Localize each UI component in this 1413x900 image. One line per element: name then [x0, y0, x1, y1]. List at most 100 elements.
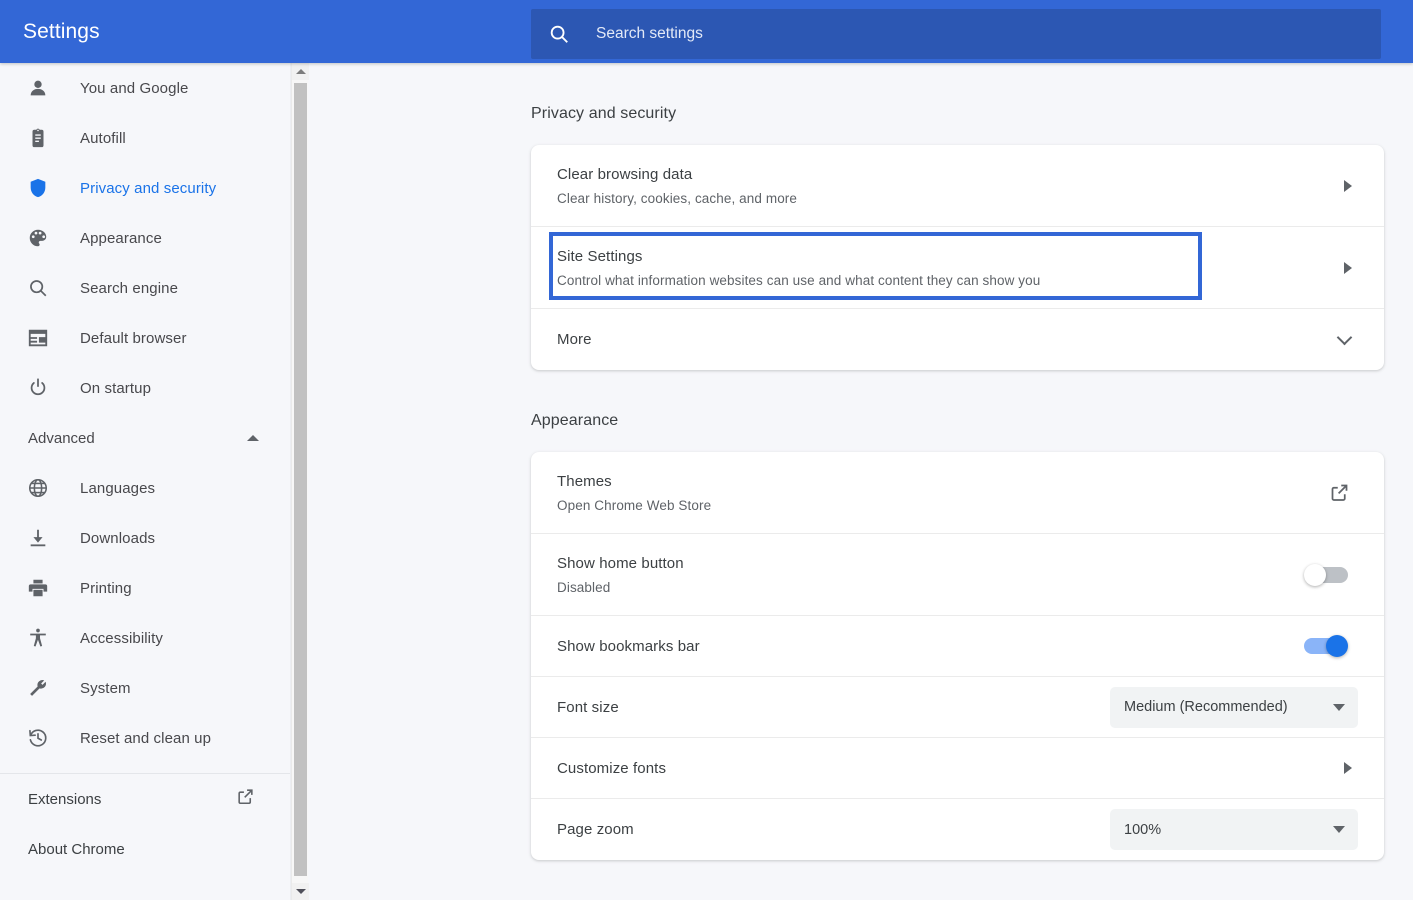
sidebar-item-reset-and-clean-up[interactable]: Reset and clean up	[0, 713, 290, 763]
row-show-bookmarks-bar[interactable]: Show bookmarks bar	[531, 616, 1384, 677]
chevron-right-icon	[1344, 762, 1352, 774]
sidebar-item-label: Search engine	[80, 279, 179, 297]
row-site-settings[interactable]: Site Settings Control what information w…	[531, 227, 1384, 309]
sidebar-item-label: Appearance	[80, 229, 162, 247]
accessibility-icon	[24, 627, 52, 649]
section-title-privacy: Privacy and security	[531, 105, 677, 122]
search-icon	[548, 23, 570, 45]
section-title-appearance: Appearance	[531, 412, 619, 429]
sidebar-item-label: Reset and clean up	[80, 729, 212, 747]
person-icon	[24, 77, 52, 99]
settings-main-content: Privacy and security Clear browsing data…	[309, 63, 1413, 900]
magnifier-icon	[24, 277, 52, 299]
row-show-home-button[interactable]: Show home button Disabled	[531, 534, 1384, 616]
row-title: Show bookmarks bar	[557, 637, 700, 655]
history-restore-icon	[24, 727, 52, 749]
chevron-up-icon	[247, 435, 259, 441]
row-more[interactable]: More	[531, 309, 1384, 370]
scrollbar-down-button[interactable]	[292, 883, 309, 900]
row-page-zoom[interactable]: Page zoom 100%	[531, 799, 1384, 860]
row-title: Font size	[557, 698, 619, 716]
row-subtitle: Clear history, cookies, cache, and more	[557, 190, 798, 206]
sidebar-item-label: System	[80, 679, 131, 697]
external-link-icon[interactable]	[1329, 482, 1350, 503]
sidebar-advanced-label: Advanced	[28, 429, 95, 447]
chevron-up-icon	[295, 69, 306, 74]
sidebar-item-label: Default browser	[80, 329, 187, 347]
font-size-select[interactable]: Medium (Recommended)	[1110, 686, 1358, 728]
sidebar-item-appearance[interactable]: Appearance	[0, 213, 290, 263]
sidebar-item-printing[interactable]: Printing	[0, 563, 290, 613]
sidebar-item-label: Languages	[80, 479, 156, 497]
sidebar-item-autofill[interactable]: Autofill	[0, 113, 290, 163]
sidebar-item-label: About Chrome	[28, 840, 125, 858]
settings-sidebar: You and Google Autofill Privacy and secu…	[0, 63, 291, 900]
settings-header: Settings	[0, 0, 1413, 63]
row-subtitle: Open Chrome Web Store	[557, 497, 712, 513]
row-title: Customize fonts	[557, 759, 667, 777]
row-subtitle: Disabled	[557, 579, 611, 595]
show-home-button-toggle[interactable]	[1304, 563, 1348, 586]
sidebar-item-label: Accessibility	[80, 629, 163, 647]
sidebar-item-languages[interactable]: Languages	[0, 463, 290, 513]
row-title: Themes	[557, 472, 612, 490]
power-icon	[24, 377, 52, 399]
printer-icon	[24, 577, 52, 599]
sidebar-item-system[interactable]: System	[0, 663, 290, 713]
row-font-size[interactable]: Font size Medium (Recommended)	[531, 677, 1384, 738]
sidebar-item-extensions[interactable]: Extensions	[0, 774, 290, 824]
sidebar-item-default-browser[interactable]: Default browser	[0, 313, 290, 363]
shield-icon	[24, 177, 52, 199]
row-title: More	[557, 331, 592, 348]
sidebar-item-about-chrome[interactable]: About Chrome	[0, 824, 290, 874]
row-title: Clear browsing data	[557, 165, 693, 183]
sidebar-scrollbar[interactable]	[291, 63, 309, 900]
sidebar-item-downloads[interactable]: Downloads	[0, 513, 290, 563]
row-title: Show home button	[557, 554, 684, 572]
row-clear-browsing-data[interactable]: Clear browsing data Clear history, cooki…	[531, 145, 1384, 227]
scrollbar-up-button[interactable]	[292, 63, 309, 80]
chevron-down-icon	[1333, 703, 1345, 711]
search-input[interactable]	[596, 25, 1296, 43]
browser-window-icon	[24, 327, 52, 349]
sidebar-item-label: You and Google	[80, 79, 189, 97]
sidebar-item-search-engine[interactable]: Search engine	[0, 263, 290, 313]
show-bookmarks-bar-toggle[interactable]	[1304, 635, 1348, 657]
sidebar-item-label: Printing	[80, 579, 132, 597]
chevron-right-icon	[1344, 261, 1352, 274]
row-themes[interactable]: Themes Open Chrome Web Store	[531, 452, 1384, 534]
sidebar-item-accessibility[interactable]: Accessibility	[0, 613, 290, 663]
font-size-value: Medium (Recommended)	[1124, 699, 1288, 715]
toggle-knob	[1326, 635, 1348, 657]
sidebar-item-label: Privacy and security	[80, 179, 217, 197]
page-zoom-select[interactable]: 100%	[1110, 809, 1358, 850]
search-box[interactable]	[531, 9, 1381, 59]
download-icon	[24, 527, 52, 549]
sidebar-item-label: Autofill	[80, 129, 126, 147]
privacy-card: Clear browsing data Clear history, cooki…	[531, 145, 1384, 370]
chevron-down-icon	[1336, 329, 1353, 346]
row-title: Site Settings	[557, 247, 643, 265]
appearance-card: Themes Open Chrome Web Store Show home b…	[531, 452, 1384, 860]
page-zoom-value: 100%	[1124, 821, 1162, 838]
external-link-icon	[236, 787, 255, 811]
sidebar-item-label: Downloads	[80, 529, 156, 547]
wrench-icon	[24, 677, 52, 699]
row-customize-fonts[interactable]: Customize fonts	[531, 738, 1384, 799]
sidebar-advanced-toggle[interactable]: Advanced	[0, 413, 290, 463]
sidebar-item-label: Extensions	[28, 790, 102, 808]
sidebar-item-label: On startup	[80, 379, 152, 397]
sidebar-item-on-startup[interactable]: On startup	[0, 363, 290, 413]
toggle-knob	[1304, 563, 1326, 586]
globe-icon	[24, 477, 52, 499]
chevron-down-icon	[295, 889, 306, 894]
chevron-down-icon	[1333, 826, 1345, 833]
clipboard-icon	[24, 127, 52, 149]
row-subtitle: Control what information websites can us…	[557, 272, 1041, 288]
sidebar-item-you-and-google[interactable]: You and Google	[0, 63, 290, 113]
sidebar-item-privacy-and-security[interactable]: Privacy and security	[0, 163, 290, 213]
scrollbar-thumb[interactable]	[294, 83, 307, 876]
palette-icon	[24, 227, 52, 249]
chevron-right-icon	[1344, 179, 1352, 192]
row-title: Page zoom	[557, 821, 634, 838]
